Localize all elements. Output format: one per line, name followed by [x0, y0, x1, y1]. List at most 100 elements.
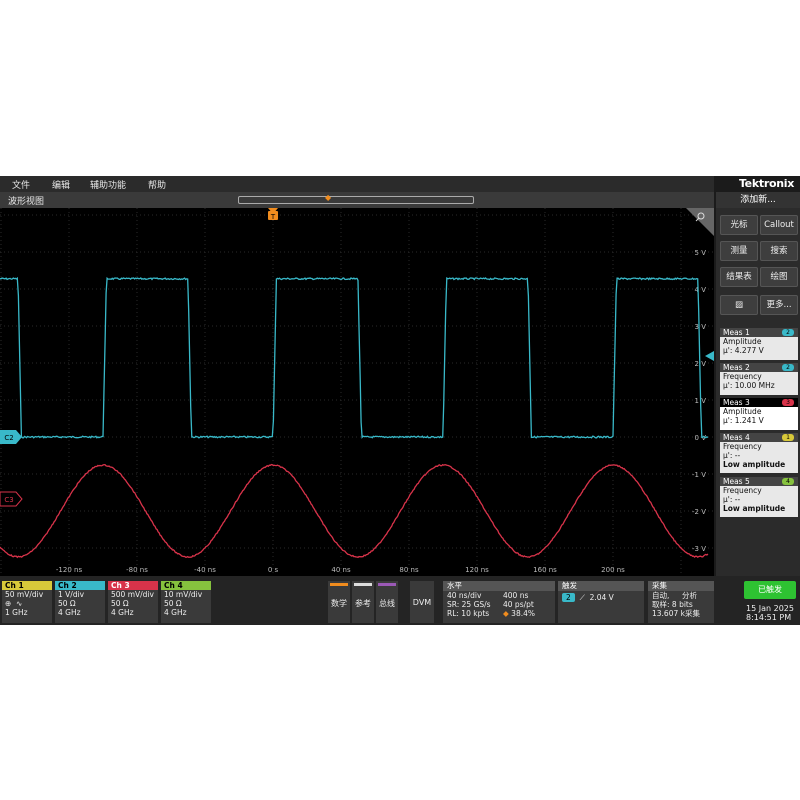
trigger-position-pct: 38.4%	[511, 609, 535, 618]
measure-button[interactable]: 测量	[720, 241, 758, 261]
meas-2-badge[interactable]: Meas 2 2 Frequency µ': 10.00 MHz	[720, 363, 798, 395]
time-tick-label: -80 ns	[126, 566, 148, 574]
meas-3-value: µ': 1.241 V	[723, 416, 764, 425]
right-panel: 添加新... 光标 Callout 测量 搜索 结果表 绘图 ▨ 更多... M…	[716, 192, 800, 576]
ch3-sine-wave	[0, 463, 709, 559]
horizontal-badge[interactable]: 水平 40 ns/div 400 ns SR: 25 GS/s 40 ps/pt R…	[443, 581, 555, 623]
trigger-marker-icon[interactable]: T	[268, 208, 278, 221]
ch1-coupling-icons: ⊕ ∿	[5, 599, 23, 608]
menu-help[interactable]: 帮助	[148, 178, 166, 191]
ch3-impedance: 50 Ω	[111, 599, 129, 608]
ch4-impedance: 50 Ω	[164, 599, 182, 608]
horizontal-scale: 40 ns/div	[447, 591, 482, 600]
plot-button[interactable]: 绘图	[760, 267, 798, 287]
ch2-name: Ch 2	[55, 581, 105, 590]
voltage-tick-label: 4 V	[695, 286, 707, 294]
meas-4-source: 1	[782, 434, 794, 441]
voltage-tick-label: 3 V	[695, 323, 707, 331]
voltage-axis-labels: 5 V4 V3 V2 V1 V0 V-1 V-2 V-3 V	[692, 249, 706, 553]
cursor-button[interactable]: 光标	[720, 215, 758, 235]
time-per-point: 40 ps/pt	[503, 600, 534, 609]
callout-button[interactable]: Callout	[760, 215, 798, 235]
ch1-badge[interactable]: Ch 1 50 mV/div ⊕ ∿ 1 GHz	[2, 581, 52, 623]
acquire-badge[interactable]: 采集 自动, 分析 取样: 8 bits 13.607 k采集	[648, 581, 714, 623]
ch4-bandwidth: 4 GHz	[164, 608, 187, 617]
time-tick-label: 80 ns	[399, 566, 419, 574]
search-button[interactable]: 搜索	[760, 241, 798, 261]
horizontal-position-bar[interactable]: ◆	[238, 193, 474, 204]
ch2-badge[interactable]: Ch 2 1 V/div 50 Ω 4 GHz	[55, 581, 105, 623]
ch3-offset-marker[interactable]: C3	[0, 491, 23, 507]
meas-2-source: 2	[782, 364, 794, 371]
dvm-button[interactable]: DVM	[410, 581, 434, 623]
meas-2-value: µ': 10.00 MHz	[723, 381, 775, 390]
zoom-icon[interactable]	[686, 208, 714, 236]
time-axis-labels: -120 ns -80 ns -40 ns 0 s 40 ns 80 ns 120 ns 16…	[56, 566, 625, 574]
meas-4-type: Frequency	[723, 442, 762, 451]
meas-3-name: Meas 3	[723, 398, 750, 407]
ch4-scale: 10 mV/div	[164, 590, 203, 599]
time-tick-label: -120 ns	[56, 566, 83, 574]
meas-4-name: Meas 4	[723, 433, 750, 442]
trigger-title: 触发	[558, 581, 644, 591]
acquire-analyze: 分析	[682, 591, 697, 600]
bus-button[interactable]: 总线	[376, 581, 398, 623]
meas-4-badge[interactable]: Meas 4 1 Frequency µ': -- Low amplitude	[720, 433, 798, 473]
oscilloscope-window: 文件 编辑 辅助功能 帮助 Tektronix 波形视图 ◆ -120 ns -8…	[0, 176, 800, 625]
math-button[interactable]: 数学	[328, 581, 350, 623]
meas-3-badge[interactable]: Meas 3 3 Amplitude µ': 1.241 V	[720, 398, 798, 430]
meas-1-badge[interactable]: Meas 1 2 Amplitude µ': 4.277 V	[720, 328, 798, 360]
brand-logo: Tektronix	[738, 177, 794, 190]
waveform-display[interactable]: -120 ns -80 ns -40 ns 0 s 40 ns 80 ns 120 ns 16…	[0, 208, 714, 576]
trigger-pos-icon: ◆	[503, 609, 509, 618]
meas-1-type: Amplitude	[723, 337, 762, 346]
more-button[interactable]: 更多...	[760, 295, 798, 315]
ch3-marker-label: C3	[4, 496, 13, 504]
ch4-badge[interactable]: Ch 4 10 mV/div 50 Ω 4 GHz	[161, 581, 211, 623]
ch1-scale: 50 mV/div	[5, 590, 44, 599]
meas-5-value: µ': --	[723, 495, 741, 504]
screenshot-button[interactable]: ▨	[720, 295, 758, 315]
menu-file[interactable]: 文件	[12, 178, 30, 191]
menu-utility[interactable]: 辅助功能	[90, 178, 126, 191]
datetime: 15 Jan 2025 8:14:51 PM	[746, 604, 794, 622]
meas-3-source: 3	[782, 399, 794, 406]
meas-4-status: Low amplitude	[723, 460, 786, 469]
acquire-count: 13.607 k采集	[652, 609, 700, 618]
meas-5-badge[interactable]: Meas 5 4 Frequency µ': -- Low amplitude	[720, 477, 798, 517]
voltage-tick-label: -2 V	[692, 508, 706, 516]
ref-button[interactable]: 参考	[352, 581, 374, 623]
time-tick-label: 160 ns	[533, 566, 557, 574]
ch2-scale: 1 V/div	[58, 590, 85, 599]
time-tick-label: 0 s	[268, 566, 279, 574]
time-tick-label: 40 ns	[331, 566, 351, 574]
ch2-square-wave	[0, 276, 709, 439]
meas-5-type: Frequency	[723, 486, 762, 495]
ch2-ground-marker[interactable]: C2	[0, 430, 22, 444]
meas-1-name: Meas 1	[723, 328, 750, 337]
time-tick-label: 200 ns	[601, 566, 625, 574]
ch4-name: Ch 4	[161, 581, 211, 590]
triggered-status-button[interactable]: 已触发	[744, 581, 796, 599]
ch3-badge[interactable]: Ch 3 500 mV/div 50 Ω 4 GHz	[108, 581, 158, 623]
acquire-title: 采集	[648, 581, 714, 591]
results-table-button[interactable]: 结果表	[720, 267, 758, 287]
meas-5-source: 4	[782, 478, 794, 485]
ch3-name: Ch 3	[108, 581, 158, 590]
voltage-tick-label: -3 V	[692, 545, 706, 553]
meas-2-type: Frequency	[723, 372, 762, 381]
ch2-impedance: 50 Ω	[58, 599, 76, 608]
voltage-tick-label: 0 V	[695, 434, 707, 442]
record-length: RL: 10 kpts	[447, 609, 490, 618]
menu-bar: 文件 编辑 辅助功能 帮助	[0, 176, 714, 192]
ch1-bandwidth: 1 GHz	[5, 608, 28, 617]
math-label: 数学	[331, 599, 347, 608]
meas-3-type: Amplitude	[723, 407, 762, 416]
time: 8:14:51 PM	[746, 613, 792, 622]
trigger-level-marker[interactable]	[705, 351, 714, 361]
image-icon: ▨	[734, 300, 744, 310]
menu-edit[interactable]: 编辑	[52, 178, 70, 191]
ch2-bandwidth: 4 GHz	[58, 608, 81, 617]
horizontal-position: 400 ns	[503, 591, 529, 600]
trigger-badge[interactable]: 触发 2 ⟋ 2.04 V	[558, 581, 644, 623]
